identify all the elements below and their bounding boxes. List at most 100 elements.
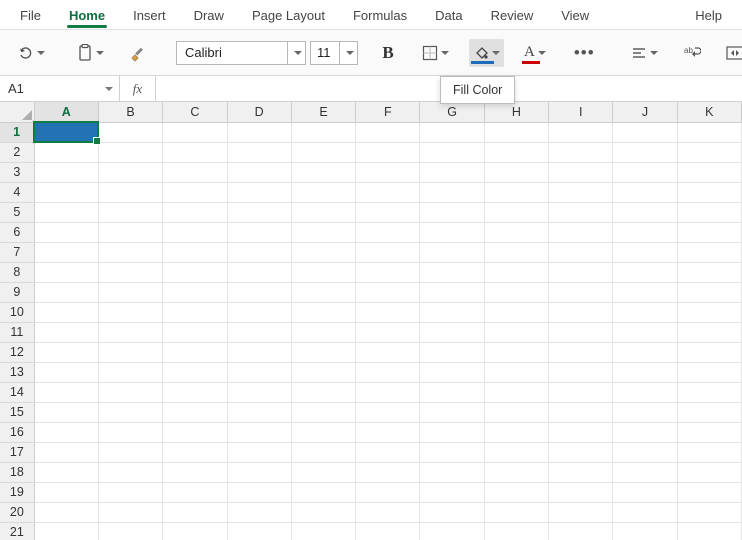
alignment-button[interactable]	[627, 39, 662, 67]
row-header[interactable]: 16	[0, 422, 34, 442]
cell[interactable]	[163, 362, 227, 382]
cell[interactable]	[291, 262, 355, 282]
cell[interactable]	[420, 482, 484, 502]
column-header[interactable]: I	[549, 102, 613, 122]
cell[interactable]	[613, 462, 677, 482]
cell[interactable]	[420, 342, 484, 362]
cell[interactable]	[291, 422, 355, 442]
cell[interactable]	[163, 342, 227, 362]
cell[interactable]	[163, 422, 227, 442]
column-header[interactable]: C	[163, 102, 227, 122]
cell[interactable]	[549, 362, 613, 382]
cell[interactable]	[163, 382, 227, 402]
cell[interactable]	[98, 322, 162, 342]
cell[interactable]	[163, 402, 227, 422]
cell[interactable]	[34, 242, 98, 262]
row-header[interactable]: 11	[0, 322, 34, 342]
format-painter-button[interactable]	[124, 39, 152, 67]
column-header[interactable]: E	[291, 102, 355, 122]
tab-home[interactable]: Home	[57, 2, 117, 27]
cell[interactable]	[356, 162, 420, 182]
cell[interactable]	[227, 422, 291, 442]
cell[interactable]	[163, 202, 227, 222]
cell[interactable]	[677, 142, 741, 162]
name-box[interactable]: A1	[0, 76, 120, 101]
cell[interactable]	[420, 522, 484, 540]
cell[interactable]	[291, 242, 355, 262]
cell[interactable]	[227, 322, 291, 342]
cell[interactable]	[677, 122, 741, 142]
cell[interactable]	[34, 382, 98, 402]
cell[interactable]	[549, 242, 613, 262]
cell[interactable]	[677, 522, 741, 540]
cell[interactable]	[549, 162, 613, 182]
cell[interactable]	[613, 282, 677, 302]
cell[interactable]	[613, 202, 677, 222]
cell[interactable]	[163, 302, 227, 322]
cell[interactable]	[34, 202, 98, 222]
cell[interactable]	[356, 202, 420, 222]
cell[interactable]	[613, 362, 677, 382]
cell[interactable]	[98, 242, 162, 262]
cell[interactable]	[291, 362, 355, 382]
cell[interactable]	[549, 482, 613, 502]
cell[interactable]	[484, 362, 548, 382]
cell[interactable]	[356, 502, 420, 522]
font-name-select[interactable]: Calibri	[176, 41, 306, 65]
cell[interactable]	[677, 442, 741, 462]
cell[interactable]	[420, 282, 484, 302]
cell[interactable]	[420, 162, 484, 182]
row-header[interactable]: 8	[0, 262, 34, 282]
cell[interactable]	[227, 142, 291, 162]
cell[interactable]	[356, 242, 420, 262]
cell[interactable]	[549, 222, 613, 242]
cell[interactable]	[420, 462, 484, 482]
cell[interactable]	[484, 462, 548, 482]
tab-review[interactable]: Review	[479, 2, 546, 27]
cell[interactable]	[291, 302, 355, 322]
cell[interactable]	[420, 182, 484, 202]
cell[interactable]	[356, 382, 420, 402]
cell[interactable]	[356, 402, 420, 422]
cell[interactable]	[34, 282, 98, 302]
cell[interactable]	[613, 402, 677, 422]
cell[interactable]	[291, 162, 355, 182]
select-all-corner[interactable]	[0, 102, 34, 122]
cell[interactable]	[484, 322, 548, 342]
row-header[interactable]: 19	[0, 482, 34, 502]
tab-formulas[interactable]: Formulas	[341, 2, 419, 27]
cell[interactable]	[677, 402, 741, 422]
row-header[interactable]: 14	[0, 382, 34, 402]
row-header[interactable]: 7	[0, 242, 34, 262]
column-header[interactable]: D	[227, 102, 291, 122]
column-header[interactable]: G	[420, 102, 484, 122]
column-header[interactable]: K	[677, 102, 741, 122]
paste-button[interactable]	[73, 39, 108, 67]
cell[interactable]	[677, 202, 741, 222]
tab-draw[interactable]: Draw	[182, 2, 236, 27]
tab-page-layout[interactable]: Page Layout	[240, 2, 337, 27]
cell[interactable]	[484, 482, 548, 502]
cell[interactable]	[34, 522, 98, 540]
tab-help[interactable]: Help	[683, 2, 734, 27]
cell[interactable]	[34, 462, 98, 482]
cell[interactable]	[291, 342, 355, 362]
cell[interactable]	[227, 242, 291, 262]
cell[interactable]	[163, 442, 227, 462]
cell[interactable]	[420, 502, 484, 522]
cell[interactable]	[227, 162, 291, 182]
cell[interactable]	[484, 202, 548, 222]
cell[interactable]	[613, 422, 677, 442]
column-header[interactable]: B	[98, 102, 162, 122]
row-header[interactable]: 18	[0, 462, 34, 482]
row-header[interactable]: 10	[0, 302, 34, 322]
cell[interactable]	[613, 302, 677, 322]
row-header[interactable]: 15	[0, 402, 34, 422]
cell[interactable]	[613, 182, 677, 202]
cell[interactable]	[227, 342, 291, 362]
row-header[interactable]: 5	[0, 202, 34, 222]
cell[interactable]	[291, 402, 355, 422]
cell[interactable]	[356, 122, 420, 142]
cell[interactable]	[484, 382, 548, 402]
cell[interactable]	[291, 282, 355, 302]
